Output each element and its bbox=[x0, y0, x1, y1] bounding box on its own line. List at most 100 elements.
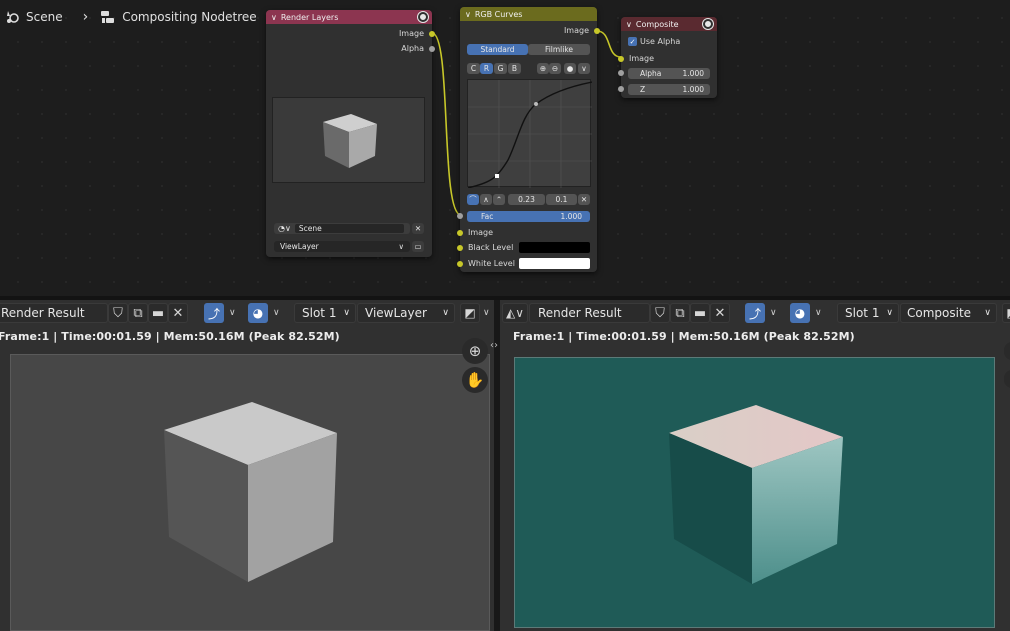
zoom-button-partial[interactable] bbox=[1004, 342, 1010, 360]
left-render-image[interactable] bbox=[10, 354, 490, 631]
collapse-arrow-icon[interactable]: ∨ bbox=[465, 10, 471, 19]
delete-point-button[interactable]: ✕ bbox=[578, 194, 590, 205]
right-slot-selector[interactable]: Slot 1 ∨ bbox=[837, 303, 899, 323]
composite-header[interactable]: ∨ Composite bbox=[621, 17, 717, 31]
split-arrows-icon[interactable]: ‹› bbox=[490, 340, 498, 351]
left-image-name: Render Result bbox=[1, 306, 85, 320]
channel-c-button[interactable]: C bbox=[467, 63, 480, 74]
left-image-editor[interactable]: Render Result ⛉ ⧉ ▬ ✕ ⤴ ∨ ◕ ∨ Slot 1 ∨ Vi… bbox=[0, 300, 494, 631]
input-image-socket[interactable] bbox=[618, 56, 624, 62]
collapse-arrow-icon[interactable]: ∨ bbox=[626, 20, 632, 29]
chevron-down-icon[interactable]: ∨ bbox=[273, 308, 280, 318]
input-image-label: Image bbox=[468, 228, 494, 237]
right-new-image-button[interactable]: ⧉ bbox=[670, 303, 690, 323]
right-render-image[interactable] bbox=[514, 357, 995, 628]
curve-graph[interactable] bbox=[467, 79, 593, 189]
rgb-curves-header[interactable]: ∨ RGB Curves bbox=[460, 7, 597, 21]
curve-menu-button[interactable]: ∨ bbox=[578, 63, 590, 74]
chevron-down-icon: ∨ bbox=[984, 308, 991, 318]
curve-point[interactable] bbox=[534, 102, 538, 106]
node-editor[interactable]: Scene › Compositing Nodetree ∨ Render La… bbox=[0, 0, 1010, 296]
rgb-curves-node[interactable]: ∨ RGB Curves Image Standard Filmlike C R… bbox=[457, 7, 600, 272]
fac-label: Fac bbox=[481, 212, 494, 221]
handle-free-button[interactable]: ⌃ bbox=[493, 194, 505, 205]
chevron-down-icon[interactable]: ∨ bbox=[483, 308, 490, 318]
left-new-image-button[interactable]: ⧉ bbox=[128, 303, 148, 323]
right-editor-type-button[interactable]: ◭∨ bbox=[502, 303, 528, 323]
handle-icon: ∧ bbox=[483, 195, 489, 204]
tab-standard[interactable]: Standard bbox=[467, 44, 528, 55]
duplicate-icon: ⧉ bbox=[675, 305, 685, 321]
white-level-socket[interactable] bbox=[457, 261, 463, 267]
alpha-field[interactable]: Alpha 1.000 bbox=[628, 68, 710, 79]
close-icon: ✕ bbox=[714, 305, 726, 321]
render-layers-node[interactable]: ∨ Render Layers Image Alpha ◔∨ Scene ✕ V… bbox=[266, 10, 435, 257]
input-image-socket[interactable] bbox=[457, 230, 463, 236]
duplicate-icon: ⧉ bbox=[133, 305, 143, 321]
point-y-field[interactable]: 0.1 bbox=[546, 194, 577, 205]
channel-b-button[interactable]: B bbox=[508, 63, 521, 74]
scene-selector[interactable]: ◔∨ Scene bbox=[274, 223, 410, 234]
alpha-socket[interactable] bbox=[618, 70, 624, 76]
left-overlay-button[interactable]: ◕ bbox=[248, 303, 268, 323]
left-fake-user-button[interactable]: ⛉ bbox=[108, 303, 128, 323]
right-image-name-field[interactable]: Render Result bbox=[529, 303, 650, 323]
left-display-channels-button[interactable]: ◩ bbox=[460, 303, 480, 323]
chevron-down-icon[interactable]: ∨ bbox=[770, 308, 777, 318]
zoom-out-button[interactable]: ⊖ bbox=[549, 63, 561, 74]
white-level-swatch[interactable] bbox=[519, 258, 590, 269]
zoom-button[interactable]: ⊕ bbox=[462, 338, 488, 364]
folder-icon: ▬ bbox=[693, 305, 707, 321]
chevron-down-icon: ∨ bbox=[581, 64, 587, 73]
right-open-image-button[interactable]: ▬ bbox=[690, 303, 710, 323]
right-overlay-button[interactable]: ◕ bbox=[790, 303, 810, 323]
zoom-in-icon: ⊕ bbox=[539, 64, 547, 73]
channel-r-button[interactable]: R bbox=[480, 63, 493, 74]
left-image-name-field[interactable]: Render Result bbox=[0, 303, 108, 323]
viewlayer-selector[interactable]: ViewLayer ∨ bbox=[274, 241, 410, 252]
clip-button[interactable]: ● bbox=[564, 63, 576, 74]
render-layers-header[interactable]: ∨ Render Layers bbox=[266, 10, 432, 24]
fac-slider[interactable]: Fac 1.000 bbox=[467, 211, 590, 222]
channel-g-button[interactable]: G bbox=[494, 63, 507, 74]
handle-vector-button[interactable]: ∧ bbox=[480, 194, 492, 205]
alpha-label: Alpha bbox=[640, 69, 662, 78]
output-image-label: Image bbox=[398, 29, 424, 38]
left-unlink-button[interactable]: ✕ bbox=[168, 303, 188, 323]
left-layer-selector[interactable]: ViewLayer ∨ bbox=[357, 303, 455, 323]
point-x-field[interactable]: 0.23 bbox=[508, 194, 545, 205]
zoom-icon: ⊕ bbox=[468, 342, 482, 360]
black-level-socket[interactable] bbox=[457, 245, 463, 251]
right-unlink-button[interactable]: ✕ bbox=[710, 303, 730, 323]
right-sample-tool-button[interactable]: ⤴ bbox=[745, 303, 765, 323]
black-level-swatch[interactable] bbox=[519, 242, 590, 253]
pan-button[interactable]: ✋ bbox=[462, 367, 488, 393]
fac-socket[interactable] bbox=[457, 213, 463, 219]
right-image-editor[interactable]: ◭∨ Render Result ⛉ ⧉ ▬ ✕ ⤴ ∨ ◕ ∨ Slot 1 ∨… bbox=[500, 300, 1010, 631]
output-image-socket[interactable] bbox=[429, 31, 435, 37]
z-socket[interactable] bbox=[618, 86, 624, 92]
tab-filmlike[interactable]: Filmlike bbox=[528, 44, 590, 55]
z-field[interactable]: Z 1.000 bbox=[628, 84, 710, 95]
output-image-socket[interactable] bbox=[594, 28, 600, 34]
left-slot-selector[interactable]: Slot 1 ∨ bbox=[294, 303, 356, 323]
chevron-down-icon[interactable]: ∨ bbox=[815, 308, 822, 318]
scene-clear-button[interactable]: ✕ bbox=[412, 223, 424, 234]
output-alpha-socket[interactable] bbox=[429, 46, 435, 52]
curve-point-selected[interactable] bbox=[495, 174, 499, 178]
chevron-down-icon[interactable]: ∨ bbox=[229, 308, 236, 318]
left-sample-tool-button[interactable]: ⤴ bbox=[204, 303, 224, 323]
right-layer-selector[interactable]: Composite ∨ bbox=[900, 303, 997, 323]
left-render-status: Frame:1 | Time:00:01.59 | Mem:50.16M (Pe… bbox=[0, 330, 340, 343]
handle-auto-button[interactable]: ⌒ bbox=[467, 194, 479, 205]
composite-node[interactable]: ∨ Composite ✓ Use Alpha Image Alpha 1.00… bbox=[618, 17, 717, 98]
right-display-channels-button[interactable]: ◩ bbox=[1002, 303, 1010, 323]
left-open-image-button[interactable]: ▬ bbox=[148, 303, 168, 323]
collapse-arrow-icon[interactable]: ∨ bbox=[271, 13, 277, 22]
use-alpha-checkbox[interactable]: ✓ Use Alpha bbox=[628, 37, 680, 46]
render-layer-button[interactable]: ▭ bbox=[412, 241, 424, 252]
pan-button-partial[interactable] bbox=[1004, 370, 1010, 388]
right-layer-value: Composite bbox=[907, 306, 972, 320]
right-fake-user-button[interactable]: ⛉ bbox=[650, 303, 670, 323]
zoom-in-button[interactable]: ⊕ bbox=[537, 63, 549, 74]
